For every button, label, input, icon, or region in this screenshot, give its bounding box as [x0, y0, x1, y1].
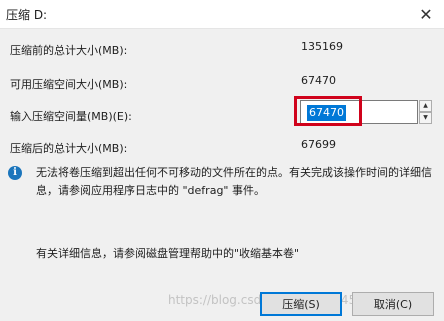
info-icon: i: [8, 166, 22, 180]
title-bar: 压缩 D: ✕: [0, 0, 444, 29]
total-after-value: 67699: [301, 138, 336, 151]
window-title: 压缩 D:: [6, 8, 48, 22]
info-message: 无法将卷压缩到超出任何不可移动的文件所在的点。有关完成该操作时间的详细信息，请参…: [36, 166, 432, 197]
help-message: 有关详细信息，请参阅磁盘管理帮助中的"收缩基本卷": [36, 247, 300, 260]
shrink-amount-label: 输入压缩空间量(MB)(E):: [10, 110, 132, 123]
total-after-label: 压缩后的总计大小(MB):: [10, 142, 128, 155]
shrink-button[interactable]: 压缩(S): [260, 292, 342, 316]
stepper-down-icon[interactable]: ▼: [419, 112, 432, 124]
total-before-value: 135169: [301, 40, 343, 53]
cancel-button[interactable]: 取消(C): [352, 292, 434, 316]
shrink-amount-stepper[interactable]: 67470 ▲ ▼: [294, 96, 432, 126]
stepper-up-icon[interactable]: ▲: [419, 100, 432, 112]
close-icon[interactable]: ✕: [408, 0, 444, 28]
available-space-label: 可用压缩空间大小(MB):: [10, 78, 128, 91]
stepper-buttons: ▲ ▼: [419, 100, 432, 124]
available-space-value: 67470: [301, 74, 336, 87]
highlight-frame: [294, 96, 362, 126]
total-before-label: 压缩前的总计大小(MB):: [10, 44, 128, 57]
